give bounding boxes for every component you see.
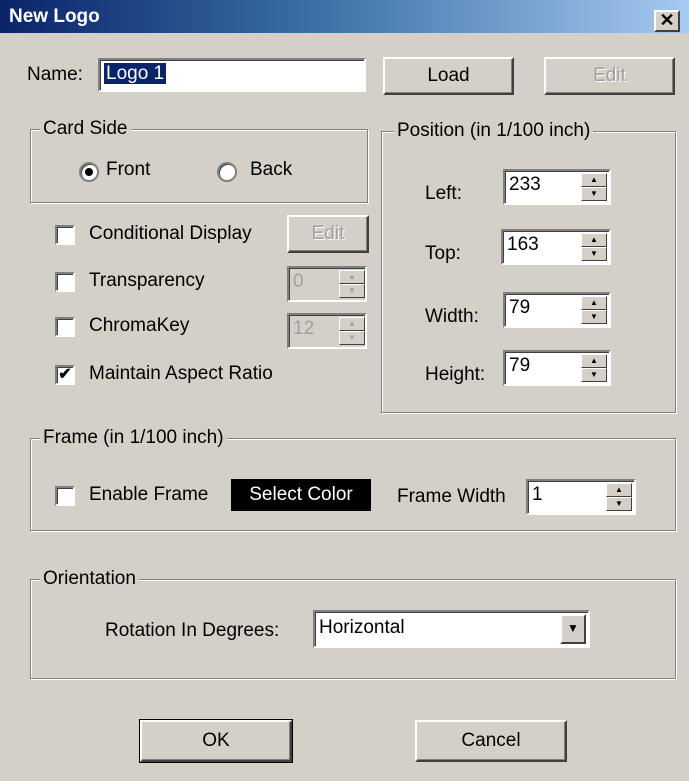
height-spinner[interactable]: ▲ ▼ <box>581 354 607 382</box>
chromakey-label: ChromaKey <box>89 315 190 336</box>
frame-legend: Frame (in 1/100 inch) <box>40 427 227 449</box>
radio-selected-dot <box>85 168 93 176</box>
back-radio[interactable] <box>217 162 237 182</box>
cancel-button[interactable]: Cancel <box>415 720 567 762</box>
spin-down-icon[interactable]: ▼ <box>581 310 607 324</box>
transparency-label: Transparency <box>89 270 205 291</box>
orientation-legend: Orientation <box>40 568 139 590</box>
spin-down-icon[interactable]: ▼ <box>581 187 607 201</box>
front-radio[interactable] <box>79 162 99 182</box>
rotation-value: Horizontal <box>319 617 405 638</box>
chromakey-value: 12 <box>293 318 315 339</box>
top-spinner[interactable]: ▲ ▼ <box>581 233 607 261</box>
spin-up-icon[interactable]: ▲ <box>339 317 365 331</box>
name-label: Name: <box>27 64 83 85</box>
rotation-label: Rotation In Degrees: <box>105 620 280 641</box>
select-color-button[interactable]: Select Color <box>231 479 371 511</box>
front-label: Front <box>106 159 151 180</box>
top-value: 163 <box>507 234 539 255</box>
spin-up-icon[interactable]: ▲ <box>339 270 365 284</box>
frame-width-label: Frame Width <box>397 486 506 507</box>
spin-down-icon[interactable]: ▼ <box>339 284 365 298</box>
left-label: Left: <box>425 183 462 204</box>
close-icon: ✕ <box>659 10 675 30</box>
height-value: 79 <box>509 355 531 376</box>
maintain-aspect-label: Maintain Aspect Ratio <box>89 363 273 384</box>
spin-down-icon[interactable]: ▼ <box>606 497 632 511</box>
back-label: Back <box>250 159 293 180</box>
height-label: Height: <box>425 364 486 385</box>
left-value: 233 <box>509 174 541 195</box>
spin-up-icon[interactable]: ▲ <box>606 483 632 497</box>
rotation-select[interactable]: Horizontal <box>313 610 590 648</box>
left-spinner[interactable]: ▲ ▼ <box>581 173 607 201</box>
load-button[interactable]: Load <box>383 57 514 95</box>
spin-down-icon[interactable]: ▼ <box>581 368 607 382</box>
position-legend: Position (in 1/100 inch) <box>394 120 594 142</box>
chromakey-checkbox[interactable] <box>55 317 75 337</box>
spin-down-icon[interactable]: ▼ <box>339 331 365 345</box>
conditional-edit-button[interactable]: Edit <box>287 215 369 253</box>
frame-width-spinner[interactable]: ▲ ▼ <box>606 483 632 511</box>
spin-up-icon[interactable]: ▲ <box>581 233 607 247</box>
conditional-display-label: Conditional Display <box>89 223 252 244</box>
close-button[interactable]: ✕ <box>654 10 680 32</box>
title-bar: New Logo ✕ <box>0 0 689 33</box>
window-title: New Logo <box>9 6 100 27</box>
name-input[interactable]: Logo 1 <box>98 58 366 92</box>
transparency-value: 0 <box>293 271 304 292</box>
frame-width-value: 1 <box>532 484 543 505</box>
edit-button[interactable]: Edit <box>544 57 675 95</box>
conditional-display-checkbox[interactable] <box>55 225 75 245</box>
spin-up-icon[interactable]: ▲ <box>581 354 607 368</box>
chromakey-spinner[interactable]: ▲ ▼ <box>339 317 365 345</box>
spin-up-icon[interactable]: ▲ <box>581 173 607 187</box>
width-spinner[interactable]: ▲ ▼ <box>581 296 607 324</box>
ok-button[interactable]: OK <box>139 719 293 763</box>
maintain-aspect-checkbox[interactable]: ✔ <box>55 365 75 385</box>
name-value: Logo 1 <box>104 63 167 84</box>
width-value: 79 <box>509 297 531 318</box>
chevron-down-icon[interactable]: ▼ <box>560 614 586 644</box>
checkmark-icon: ✔ <box>58 366 72 383</box>
transparency-spinner[interactable]: ▲ ▼ <box>339 270 365 298</box>
spin-down-icon[interactable]: ▼ <box>581 247 607 261</box>
spin-up-icon[interactable]: ▲ <box>581 296 607 310</box>
transparency-checkbox[interactable] <box>55 272 75 292</box>
enable-frame-label: Enable Frame <box>89 484 209 505</box>
top-label: Top: <box>425 243 461 264</box>
width-label: Width: <box>425 306 479 327</box>
card-side-legend: Card Side <box>40 118 131 140</box>
enable-frame-checkbox[interactable] <box>55 486 75 506</box>
